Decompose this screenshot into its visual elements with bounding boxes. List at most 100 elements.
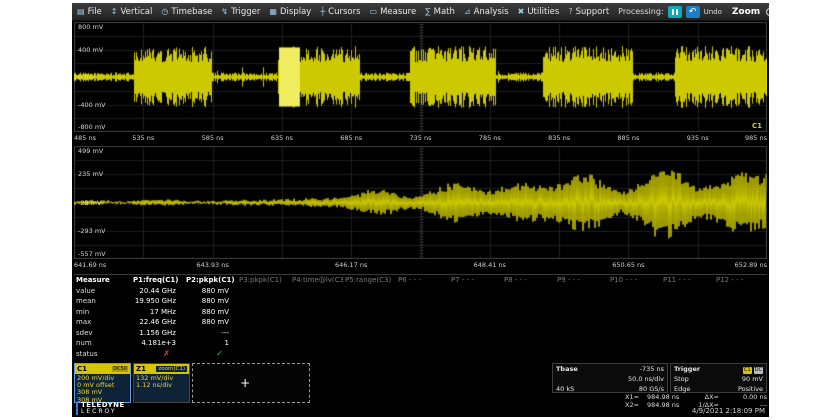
main-graticule[interactable]: 800 mV 400 mV 0 mV -400 mV -800 mV C1 48… (72, 22, 769, 145)
processing-label: Processing: (618, 7, 663, 16)
param-header-p12[interactable]: P12 - - - (714, 276, 767, 284)
undo-button[interactable]: ↶ (686, 6, 700, 18)
y-axis-label: -800 mV (78, 124, 106, 131)
param-header-p1[interactable]: P1:freq(C1) (131, 276, 184, 284)
param-header-p2[interactable]: P2:pkpk(C1) (184, 276, 237, 284)
timebase-title: Tbase (556, 364, 578, 374)
z1-waveform-canvas[interactable] (74, 146, 767, 259)
trigger-source-badge: C1 (743, 367, 752, 374)
file-icon: ▤ (77, 8, 85, 16)
x-axis-label: 785 ns (479, 134, 501, 142)
measure-value: 880 mV (184, 318, 237, 326)
measure-value: 880 mV (184, 308, 237, 316)
measure-value: --- (184, 329, 237, 337)
menu-cursors[interactable]: ┼Cursors (320, 7, 360, 17)
teledyne-lecroy-logo: TELEDYNE LECROY (76, 402, 125, 415)
menu-analysis-label: Analysis (474, 7, 509, 17)
menu-analysis[interactable]: ⊿Analysis (464, 7, 509, 17)
z1-descriptor-box[interactable]: Z1 zoom(C1) 132 mV/div 1.12 ns/div (133, 363, 190, 403)
undo-icon: ↶ (689, 7, 697, 16)
param-header-p4[interactable]: P4:time@lv(C3) (290, 276, 343, 284)
menu-vertical[interactable]: ↕Vertical (111, 7, 153, 17)
y-axis-label: 0 mV (78, 74, 95, 81)
trigger-icon: ↯ (221, 8, 228, 16)
c1-zero-level-marker[interactable] (74, 73, 79, 81)
row-label-num: num (74, 339, 131, 347)
x-axis-label: 485 ns (74, 134, 96, 142)
datetime-display: 4/9/2021 2:18:09 PM (692, 407, 765, 415)
measure-value: 880 mV (184, 297, 237, 305)
param-header-p5[interactable]: P5:range(C3) (343, 276, 396, 284)
magnifier-icon[interactable] (766, 8, 769, 16)
measure-value: 1.156 GHz (131, 329, 184, 337)
menu-math[interactable]: ∑Math (425, 7, 455, 17)
c1-waveform-canvas[interactable] (74, 22, 767, 132)
status-fail-icon: ✗ (131, 349, 184, 358)
display-icon: ▦ (269, 8, 277, 16)
c1-descriptor-header: C1 DC50 (75, 364, 130, 374)
pause-button[interactable] (668, 6, 682, 18)
y-axis-label: -293 mV (78, 228, 106, 235)
c1-coupling-badge: DC50 (112, 366, 128, 372)
c1-descriptor-box[interactable]: C1 DC50 200 mV/div 0 mV offset 308 mV 30… (74, 363, 131, 403)
param-header-p3[interactable]: P3:pkpk(C1) (237, 276, 290, 284)
param-header-p7[interactable]: P7 - - - (449, 276, 502, 284)
zoom-grid-area[interactable]: 499 mV 235 mV -29 mV -293 mV -557 mV (74, 146, 767, 259)
trigger-mode: Stop (674, 374, 689, 384)
utilities-icon: ✖ (518, 8, 525, 16)
measure-value: 1 (184, 339, 237, 347)
menu-file[interactable]: ▤File (77, 7, 102, 17)
menu-utilities-label: Utilities (527, 7, 559, 17)
menu-vertical-label: Vertical (121, 7, 153, 17)
main-grid-area[interactable]: 800 mV 400 mV 0 mV -400 mV -800 mV C1 (74, 22, 767, 132)
descriptor-bar: C1 DC50 200 mV/div 0 mV offset 308 mV 30… (72, 361, 769, 403)
trigger-descriptor-box[interactable]: Trigger C1 DC Stop 90 mV Edge Positive (670, 363, 767, 393)
menu-measure-label: Measure (380, 7, 416, 17)
param-header-p9[interactable]: P9 - - - (555, 276, 608, 284)
measure-table: Measure P1:freq(C1) P2:pkpk(C1) P3:pkpk(… (74, 274, 767, 359)
crosshair-icon: + (240, 376, 250, 390)
menu-trigger[interactable]: ↯Trigger (221, 7, 260, 17)
status-ok-icon: ✓ (184, 349, 237, 358)
zoom-graticule[interactable]: 499 mV 235 mV -29 mV -293 mV -557 mV 641… (72, 146, 769, 272)
menubar-right-controls: Processing: ↶ Undo Zoom (618, 6, 769, 18)
menu-bar: ▤File ↕Vertical ◷Timebase ↯Trigger ▦Disp… (72, 3, 769, 21)
menu-display[interactable]: ▦Display (269, 7, 311, 17)
timebase-descriptor-box[interactable]: Tbase -735 ns 50.0 ns/div 40 kS 80 GS/s (552, 363, 668, 393)
x-axis-label: 648.41 ns (474, 261, 506, 269)
param-header-p8[interactable]: P8 - - - (502, 276, 555, 284)
row-label-status: status (74, 350, 131, 358)
x-axis-label: 650.65 ns (612, 261, 644, 269)
x-axis-label: 885 ns (617, 134, 639, 142)
x-axis-label: 835 ns (548, 134, 570, 142)
measure-value: 20.44 GHz (131, 287, 184, 295)
param-header-p11[interactable]: P11 - - - (661, 276, 714, 284)
pause-icon (672, 9, 674, 15)
row-label-sdev: sdev (74, 329, 131, 337)
measure-value: 880 mV (184, 287, 237, 295)
analysis-icon: ⊿ (464, 8, 471, 16)
undo-caption: Undo (704, 8, 722, 16)
timebase-samples: 40 kS (556, 384, 574, 394)
menu-measure[interactable]: ▭Measure (370, 7, 417, 17)
param-header-p10[interactable]: P10 - - - (608, 276, 661, 284)
zoom-preview-box[interactable]: + (192, 363, 310, 403)
menu-trigger-label: Trigger (231, 7, 260, 17)
param-header-p6[interactable]: P6 - - - (396, 276, 449, 284)
row-label-max: max (74, 318, 131, 326)
menu-utilities[interactable]: ✖Utilities (518, 7, 560, 17)
y-axis-label: -29 mV (78, 199, 101, 206)
x-axis-label: 735 ns (410, 134, 432, 142)
row-label-min: min (74, 308, 131, 316)
menu-timebase[interactable]: ◷Timebase (161, 7, 212, 17)
x-axis-label: 646.17 ns (335, 261, 367, 269)
x-axis-label: 535 ns (132, 134, 154, 142)
pause-icon-bar (676, 9, 678, 15)
support-icon: ? (568, 8, 572, 16)
y-axis-label: 235 mV (78, 171, 103, 178)
menu-math-label: Math (434, 7, 455, 17)
c1-id-label: C1 (77, 365, 87, 373)
menu-support[interactable]: ?Support (568, 7, 609, 17)
timebase-scale: 50.0 ns/div (628, 374, 664, 384)
measure-icon: ▭ (370, 8, 378, 16)
